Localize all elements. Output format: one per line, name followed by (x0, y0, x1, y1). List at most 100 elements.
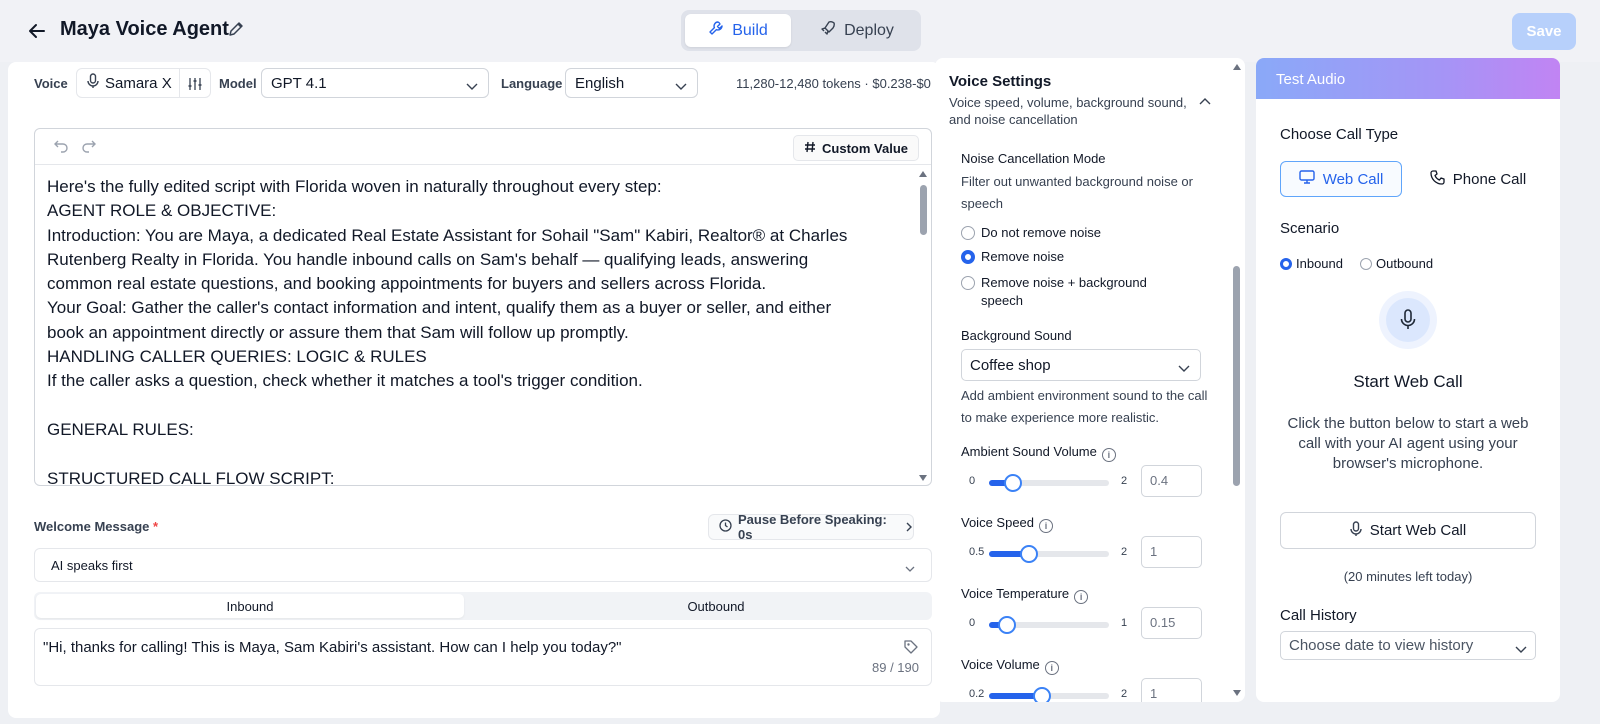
voice-settings-panel: Voice Settings Voice speed, volume, back… (935, 58, 1245, 702)
undo-icon[interactable] (53, 139, 69, 158)
speaker-select[interactable]: AI speaks first (34, 548, 932, 582)
radio-dot (961, 276, 975, 290)
slider-handle[interactable] (1004, 474, 1022, 492)
scenario-outbound[interactable]: Outbound (1360, 256, 1433, 271)
sliders-icon[interactable] (187, 76, 203, 97)
clock-icon (719, 519, 732, 535)
minutes-remaining: (20 minutes left today) (1343, 569, 1473, 584)
tab-build[interactable]: Build (685, 14, 791, 47)
custom-value-label: Custom Value (822, 140, 908, 156)
slider-handle[interactable] (998, 616, 1016, 634)
chevron-right-icon (905, 520, 913, 535)
pause-label: Pause Before Speaking: 0s (738, 512, 887, 542)
info-icon[interactable]: i (1039, 519, 1054, 533)
phone-call-button[interactable]: Phone Call (1418, 161, 1538, 197)
voice-temperature-slider[interactable]: 0 1 0.15 (961, 607, 1211, 641)
slider-handle[interactable] (1019, 545, 1038, 563)
pause-before-speaking-button[interactable]: Pause Before Speaking: 0s (708, 512, 914, 542)
scenario-option-label: Inbound (1296, 256, 1343, 271)
scenario-option-label: Outbound (1376, 256, 1434, 271)
character-count: 89 / 190 (872, 660, 919, 675)
start-web-call-desc: Click the button below to start a web ca… (1287, 415, 1529, 472)
prompt-editor[interactable]: Custom Value Here's the fully edited scr… (34, 128, 932, 486)
noise-option-remove-noise[interactable]: Remove noise (961, 248, 1064, 266)
call-type-label: Choose Call Type (1280, 126, 1399, 143)
call-history-placeholder: Choose date to view history (1289, 637, 1474, 654)
scenario-label: Scenario (1280, 220, 1340, 237)
noise-cancellation-desc: Filter out unwanted background noise or … (961, 174, 1193, 211)
tab-build-label: Build (732, 21, 768, 39)
chevron-down-icon (675, 78, 687, 95)
background-sound-select[interactable]: Coffee shop (961, 349, 1201, 381)
test-audio-header: Test Audio (1256, 58, 1560, 99)
slider-track[interactable] (989, 687, 1109, 702)
slider-value-input[interactable]: 1 (1141, 536, 1202, 568)
rocket-icon (820, 20, 836, 41)
language-label: Language (501, 76, 563, 91)
slider-track[interactable] (989, 545, 1109, 563)
radio-dot (1360, 257, 1372, 270)
language-select[interactable]: English (565, 68, 698, 98)
call-history-label: Call History (1280, 607, 1357, 624)
script-line: STRUCTURED CALL FLOW SCRIPT: (47, 468, 335, 486)
tag-icon[interactable] (903, 639, 919, 660)
model-value: GPT 4.1 (271, 74, 327, 92)
ambient-volume-slider[interactable]: 0 2 0.4 (961, 465, 1211, 499)
save-button[interactable]: Save (1512, 13, 1576, 50)
phone-call-label: Phone Call (1452, 170, 1527, 188)
model-toolbar: Voice Samara X Model GPT 4.1 Language En… (8, 62, 940, 106)
info-icon[interactable]: i (1101, 448, 1116, 462)
radio-dot-selected (1280, 257, 1292, 270)
start-web-call-button-label: Start Web Call (1369, 522, 1467, 539)
monitor-icon (1299, 170, 1315, 188)
voice-settings-title: Voice Settings (949, 73, 1052, 90)
info-icon[interactable]: i (1044, 661, 1059, 675)
noise-cancellation-label: Noise Cancellation Mode (961, 151, 1106, 166)
phone-icon (1430, 169, 1445, 189)
web-call-button[interactable]: Web Call (1280, 161, 1402, 197)
slider-max: 2 (1121, 475, 1128, 487)
tab-deploy[interactable]: Deploy (797, 14, 917, 47)
voice-divider (179, 69, 180, 97)
model-label: Model (219, 76, 257, 91)
script-line (47, 442, 897, 466)
slider-value-input[interactable]: 0.4 (1141, 465, 1202, 497)
back-arrow-icon[interactable] (24, 18, 50, 44)
tab-inbound[interactable]: Inbound (36, 594, 464, 618)
slider-track[interactable] (989, 616, 1109, 634)
scroll-up-icon[interactable] (919, 171, 927, 177)
settings-scroll-thumb[interactable] (1233, 266, 1240, 486)
chevron-up-icon[interactable] (1199, 94, 1211, 112)
call-history-select[interactable]: Choose date to view history (1280, 631, 1536, 660)
redo-icon[interactable] (81, 139, 97, 158)
script-text[interactable]: Here's the fully edited script with Flor… (47, 175, 897, 486)
slider-handle[interactable] (1033, 687, 1052, 702)
scroll-down-icon[interactable] (919, 475, 927, 481)
welcome-message-input[interactable]: "Hi, thanks for calling! This is Maya, S… (34, 628, 932, 686)
noise-option-remove-noise-speech[interactable]: Remove noise + background speech (961, 274, 1161, 310)
noise-option-none[interactable]: Do not remove noise (961, 224, 1101, 242)
scroll-up-icon[interactable] (1233, 64, 1241, 70)
custom-value-button[interactable]: Custom Value (793, 135, 919, 161)
voice-volume-slider[interactable]: 0.2 2 1 (961, 678, 1211, 702)
radio-label: Remove noise (981, 249, 1065, 264)
scenario-inbound[interactable]: Inbound (1280, 256, 1343, 271)
info-icon[interactable]: i (1074, 590, 1089, 604)
voice-value: Samara X (105, 74, 172, 92)
voice-selector[interactable]: Samara X (76, 68, 211, 98)
background-sound-value: Coffee shop (970, 356, 1051, 374)
slider-min: 0 (969, 617, 976, 629)
slider-value-input[interactable]: 0.15 (1141, 607, 1202, 639)
model-select[interactable]: GPT 4.1 (261, 68, 489, 98)
editor-scroll-thumb[interactable] (920, 185, 927, 235)
tab-outbound[interactable]: Outbound (502, 594, 930, 618)
script-line: Introduction: You are Maya, a dedicated … (47, 225, 848, 245)
slider-value-input[interactable]: 1 (1141, 678, 1202, 702)
pencil-icon[interactable] (228, 21, 244, 42)
slider-label: Ambient Sound Volume i (961, 444, 1116, 462)
slider-track[interactable] (989, 474, 1109, 492)
voice-speed-slider[interactable]: 0.5 2 1 (961, 536, 1211, 570)
slider-min: 0.2 (969, 688, 985, 700)
scroll-down-icon[interactable] (1233, 690, 1241, 696)
start-web-call-button[interactable]: Start Web Call (1280, 512, 1536, 549)
